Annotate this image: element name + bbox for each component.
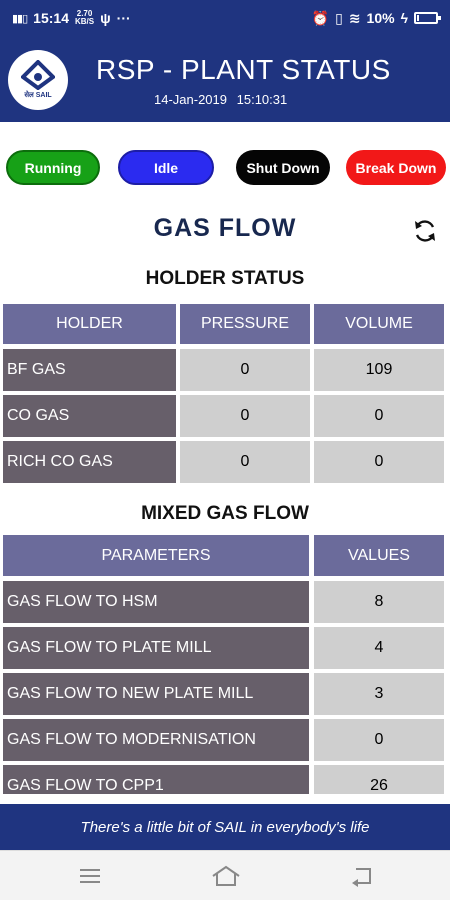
pressure-column-header: PRESSURE (180, 304, 310, 344)
volume-column-header: VOLUME (314, 304, 444, 344)
status-bar: ▮▮▯ 15:14 2.70 KB/S ψ ··· ⏰ ▯ ≋ 10% ϟ (0, 0, 450, 36)
legend-shut-down: Shut Down (236, 150, 330, 185)
app-screen: ▮▮▯ 15:14 2.70 KB/S ψ ··· ⏰ ▯ ≋ 10% ϟ सेल… (0, 0, 450, 900)
flow-row-value: 8 (314, 581, 444, 623)
values-column-header: VALUES (314, 535, 444, 576)
wifi-icon: ≋ (348, 9, 361, 26)
flow-row-value: 0 (314, 719, 444, 761)
battery-percent: 10% (366, 10, 395, 26)
footer-tagline: There's a little bit of SAIL in everybod… (0, 804, 450, 850)
holder-volume-value: 0 (314, 395, 444, 437)
network-speed: 2.70 KB/S (74, 9, 95, 26)
home-icon[interactable] (210, 863, 242, 889)
sail-logo-mark-icon (21, 60, 55, 90)
flow-row-value: 4 (314, 627, 444, 669)
last-updated-date: 14-Jan-2019 (154, 92, 227, 107)
usb-icon: ψ (100, 10, 111, 26)
mixed-gas-flow-title: MIXED GAS FLOW (141, 503, 309, 524)
holder-row-label: CO GAS (3, 395, 176, 437)
more-notifications-icon: ··· (116, 10, 131, 26)
parameters-column-header: PARAMETERS (3, 535, 309, 576)
holder-column-header: HOLDER (3, 304, 176, 344)
back-icon[interactable] (348, 863, 376, 889)
system-navigation-bar (0, 850, 450, 900)
holder-pressure-value: 0 (180, 441, 310, 483)
page-title: RSP - PLANT STATUS (96, 54, 391, 85)
section-title: GAS FLOW (153, 214, 297, 242)
holder-volume-value: 109 (314, 349, 444, 391)
status-legend: Running Idle Shut Down Break Down (0, 150, 450, 186)
charging-icon: ϟ (400, 10, 408, 26)
legend-break-down: Break Down (346, 150, 446, 185)
logo-text: सेल SAIL (24, 92, 52, 99)
holder-row-label: RICH CO GAS (3, 441, 176, 483)
battery-icon (414, 12, 441, 24)
sail-logo: सेल SAIL (8, 50, 68, 110)
mixed-gas-flow-list[interactable]: GAS FLOW TO HSM 8 GAS FLOW TO PLATE MILL… (0, 580, 450, 794)
holder-row-label: BF GAS (3, 349, 176, 391)
holder-status-title: HOLDER STATUS (145, 268, 305, 289)
flow-row-label: GAS FLOW TO MODERNISATION (3, 719, 309, 761)
legend-idle: Idle (118, 150, 214, 185)
vibrate-icon: ▯ (335, 9, 343, 26)
holder-pressure-value: 0 (180, 395, 310, 437)
holder-pressure-value: 0 (180, 349, 310, 391)
flow-row-label: GAS FLOW TO HSM (3, 581, 309, 623)
flow-row-label: GAS FLOW TO NEW PLATE MILL (3, 673, 309, 715)
flow-row-value: 26 (314, 765, 444, 794)
app-header: सेल SAIL RSP - PLANT STATUS 14-Jan-2019 … (0, 36, 450, 122)
last-updated: 14-Jan-2019 15:10:31 (154, 92, 287, 107)
flow-row-label: GAS FLOW TO PLATE MILL (3, 627, 309, 669)
signal-icon: ▮▮▯ (12, 12, 28, 25)
refresh-icon[interactable] (412, 218, 438, 244)
alarm-icon: ⏰ (311, 9, 330, 26)
status-time: 15:14 (33, 10, 69, 26)
holder-volume-value: 0 (314, 441, 444, 483)
flow-row-label: GAS FLOW TO CPP1 (3, 765, 309, 794)
last-updated-time: 15:10:31 (236, 92, 288, 107)
flow-row-value: 3 (314, 673, 444, 715)
legend-running: Running (6, 150, 100, 185)
menu-icon[interactable] (76, 863, 104, 889)
